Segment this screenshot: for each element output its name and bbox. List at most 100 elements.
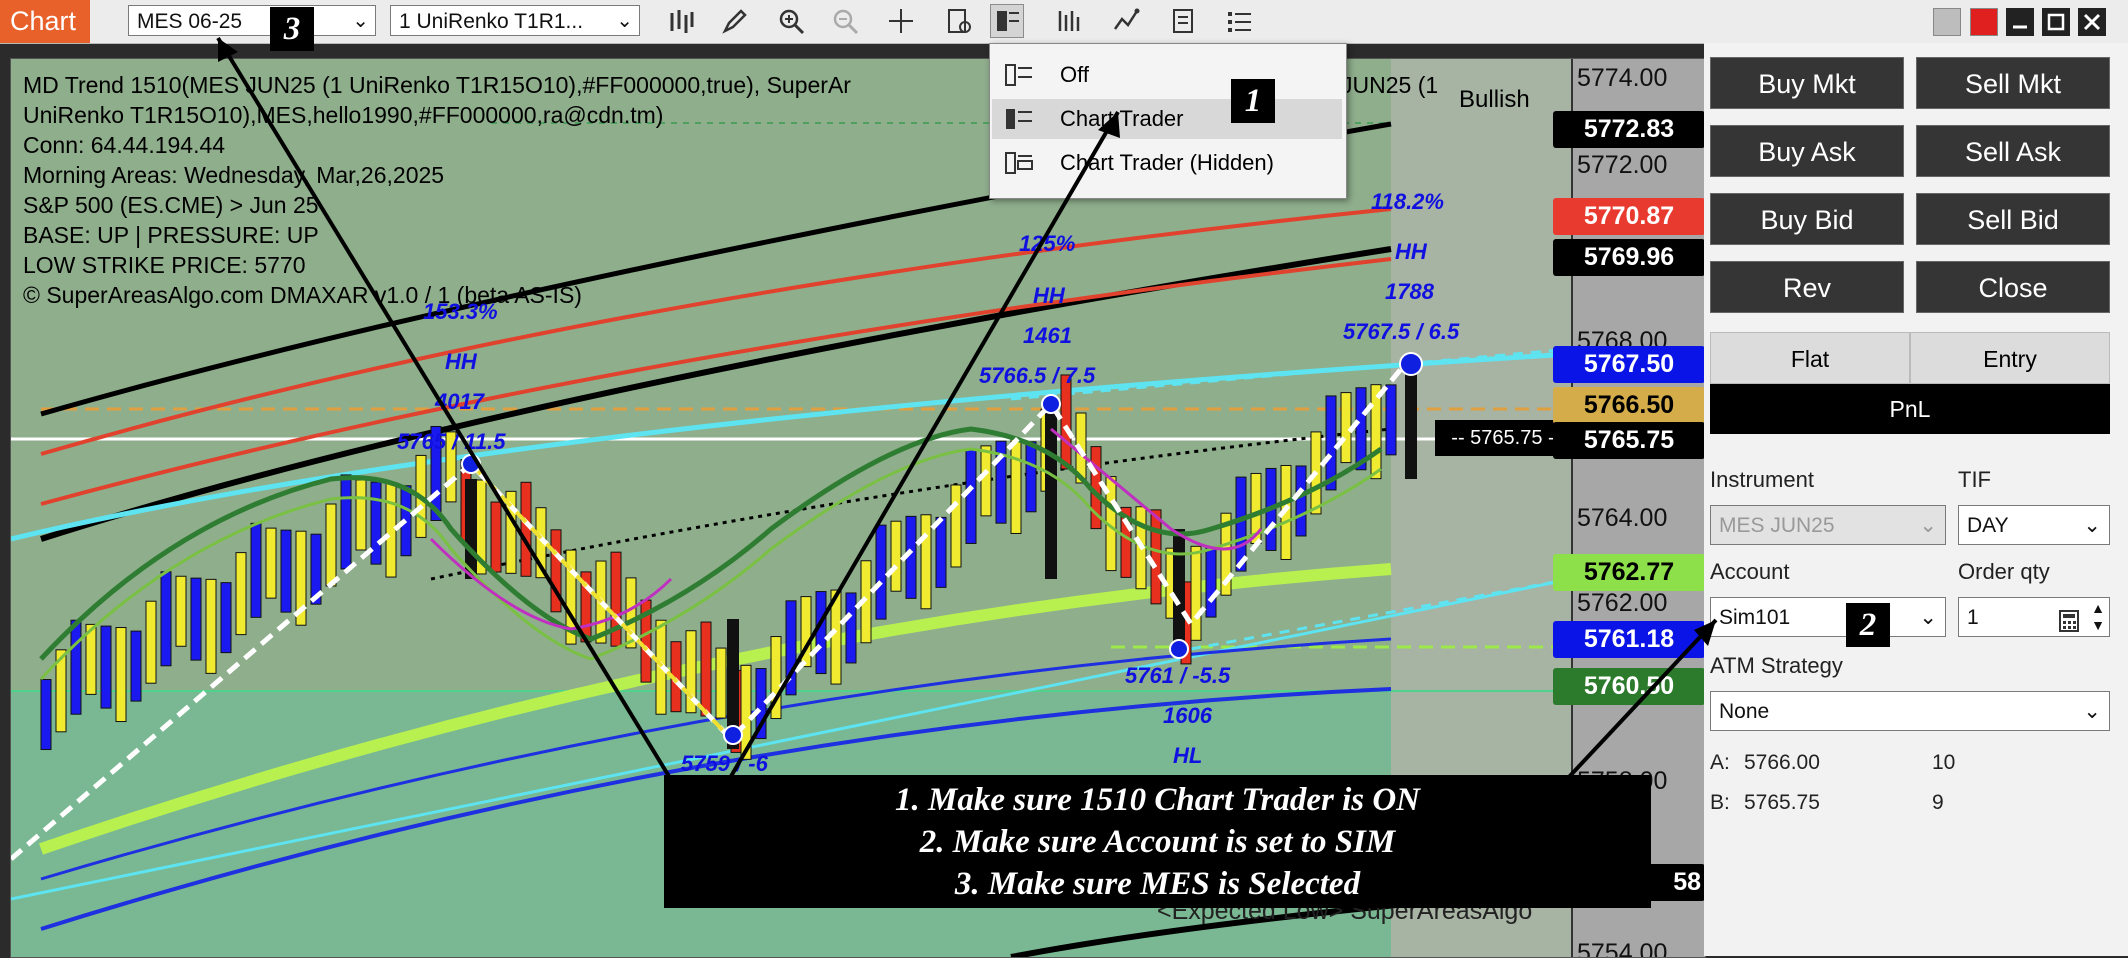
instrument-selector-value: MES 06-25 xyxy=(137,10,243,33)
renko-candle xyxy=(1340,392,1352,464)
index-info: S&P 500 (ES.CME) > Jun 25 xyxy=(23,192,319,218)
renko-candle xyxy=(770,636,782,720)
bias-label: Bullish xyxy=(1459,86,1530,113)
atm-strategy-select[interactable]: None ⌄ xyxy=(1710,691,2110,731)
window-color-icon[interactable] xyxy=(1933,8,1961,36)
price-tag: 5767.50 xyxy=(1553,346,1705,383)
swing-label: 5766.5 / 7.5 xyxy=(979,363,1096,388)
reverse-button[interactable]: Rev xyxy=(1710,261,1904,313)
axis-tick: 5754.00 xyxy=(1577,939,1668,958)
indicators-icon[interactable] xyxy=(1110,4,1144,38)
sell-market-button[interactable]: Sell Mkt xyxy=(1916,57,2110,109)
bid-label: B: xyxy=(1710,791,1730,814)
order-qty-input[interactable]: 1 ▲ ▼ xyxy=(1958,597,2110,637)
renko-candle xyxy=(70,619,82,715)
close-icon[interactable] xyxy=(2078,8,2106,36)
menu-item-label: Off xyxy=(1060,62,1089,87)
renko-candle xyxy=(175,575,187,647)
instrument-selector[interactable]: MES 06-25 ⌄ xyxy=(128,5,376,36)
chevron-down-icon: ⌄ xyxy=(2083,514,2101,537)
swing-label: 1788 xyxy=(1385,279,1434,304)
close-button[interactable]: Close xyxy=(1916,261,2110,313)
renko-candle xyxy=(800,596,812,668)
renko-candle xyxy=(1385,384,1397,456)
reversal-bar xyxy=(1173,529,1185,649)
buy-market-button[interactable]: Buy Mkt xyxy=(1710,57,1904,109)
account-select[interactable]: Sim101 ⌄ xyxy=(1710,597,1946,637)
renko-candle xyxy=(130,630,142,702)
data-box-icon[interactable] xyxy=(942,4,976,38)
qty-stepper-icon[interactable]: ▲ ▼ xyxy=(2091,600,2105,634)
menu-item-chart-trader[interactable]: Chart Trader xyxy=(992,99,1342,139)
swing-label: 5765 / 11.5 xyxy=(397,429,506,454)
data-series-selector[interactable]: 1 UniRenko T1R1... ⌄ xyxy=(390,5,640,36)
renko-candle xyxy=(980,445,992,517)
renko-candle xyxy=(700,621,712,717)
tif-select[interactable]: DAY ⌄ xyxy=(1958,505,2110,545)
zoom-out-icon[interactable] xyxy=(828,4,862,38)
renko-candle xyxy=(1190,545,1202,641)
renko-candle xyxy=(755,668,767,740)
swing-label: 4017 xyxy=(435,389,484,414)
price-tag: 5766.50 xyxy=(1553,387,1705,424)
properties-icon[interactable] xyxy=(1166,4,1200,38)
menu-item-off[interactable]: Off xyxy=(992,55,1342,95)
menu-item-chart-trader-hidden[interactable]: Chart Trader (Hidden) xyxy=(992,143,1342,183)
renko-candle xyxy=(490,501,502,573)
chevron-down-icon: ⌄ xyxy=(1919,606,1937,629)
renko-candle xyxy=(40,679,52,751)
indicator-info-line-2: UniRenko T1R15O10),MES,hello1990,#FF0000… xyxy=(23,102,664,128)
swing-label: HH xyxy=(1395,239,1427,264)
calculator-icon[interactable] xyxy=(2059,606,2079,646)
annotation-badge-2: 2 xyxy=(1846,603,1890,647)
window-link-icon[interactable] xyxy=(1970,8,1998,36)
maximize-icon[interactable] xyxy=(2042,8,2070,36)
entry-price: Entry xyxy=(1910,332,2110,384)
instrument-select-value: MES JUN25 xyxy=(1719,514,1835,537)
chevron-down-icon: ⌄ xyxy=(1919,514,1937,537)
strategies-icon[interactable] xyxy=(1052,4,1086,38)
reversal-bar xyxy=(465,479,477,579)
chart-trader-hidden-icon xyxy=(1004,150,1034,190)
renko-candle xyxy=(220,582,232,654)
instruction-line: 3. Make sure MES is Selected xyxy=(954,866,1361,902)
renko-candle xyxy=(145,600,157,684)
swing-label: 153.3% xyxy=(423,299,498,324)
renko-candle xyxy=(280,529,292,613)
renko-candle xyxy=(890,520,902,592)
bars-icon[interactable] xyxy=(664,4,698,38)
sell-bid-button[interactable]: Sell Bid xyxy=(1916,193,2110,245)
chart-trader-panel: Buy Mkt Sell Mkt Buy Ask Sell Ask Buy Bi… xyxy=(1704,43,2128,956)
renko-candle xyxy=(950,484,962,568)
pivot-high-1 xyxy=(461,454,481,474)
renko-candle xyxy=(965,448,977,544)
instrument-select: MES JUN25 ⌄ xyxy=(1710,505,1946,545)
zoom-in-icon[interactable] xyxy=(774,4,808,38)
account-select-value: Sim101 xyxy=(1719,606,1791,629)
buy-bid-button[interactable]: Buy Bid xyxy=(1710,193,1904,245)
chevron-down-icon: ⌄ xyxy=(616,10,633,32)
sell-ask-button[interactable]: Sell Ask xyxy=(1916,125,2110,177)
renko-candle xyxy=(235,552,247,636)
annotation-badge-3: 3 xyxy=(270,7,314,51)
renko-candle xyxy=(265,527,277,599)
pencil-icon[interactable] xyxy=(718,4,752,38)
instructions-box: 1. Make sure 1510 Chart Trader is ON 2. … xyxy=(664,775,1651,908)
price-tag: 5772.83 xyxy=(1553,111,1705,148)
swing-label: 5761 / -5.5 xyxy=(1125,663,1231,688)
chart-trader-icon[interactable] xyxy=(990,4,1024,38)
chart-window-title: Chart xyxy=(0,0,90,43)
renko-candle xyxy=(340,474,352,570)
list-icon[interactable] xyxy=(1222,4,1256,38)
conn-info: Conn: 64.44.194.44 xyxy=(23,132,226,158)
buy-ask-button[interactable]: Buy Ask xyxy=(1710,125,1904,177)
renko-candle xyxy=(1010,438,1022,534)
indicator-info-tail: JUN25 (1 xyxy=(1341,72,1439,98)
copyright-info: © SuperAreasAlgo.com DMAXAR v1.0 / 1 (be… xyxy=(23,282,582,308)
pivot-high-3 xyxy=(1399,352,1423,376)
swing-label: 5759 / -6 xyxy=(681,751,768,776)
crosshair-icon[interactable] xyxy=(884,4,918,38)
minimize-icon[interactable] xyxy=(2006,8,2034,36)
renko-candle xyxy=(190,577,202,661)
renko-candle xyxy=(830,589,842,685)
